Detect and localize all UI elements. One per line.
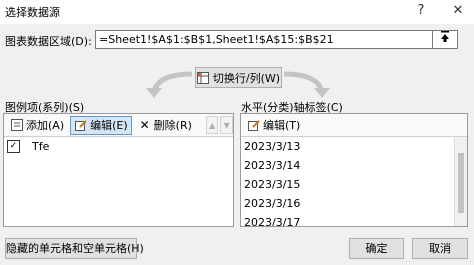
axis-toolbar: 编辑(T) (241, 114, 467, 137)
triangle-up-icon: ▲ (209, 120, 216, 130)
title-bar (0, 0, 474, 24)
edit-icon (74, 119, 88, 132)
dialog-title: 选择数据源 (5, 6, 60, 19)
ok-button[interactable]: 确定 (349, 238, 404, 259)
axis-list-item[interactable]: 2023/3/14 (241, 156, 467, 175)
edit-series-label: 编辑(E) (90, 119, 128, 132)
delete-series-button[interactable]: ✕ 删除(R) (134, 116, 196, 135)
collapse-dialog-button[interactable] (432, 30, 458, 49)
legend-panel: 添加(A) 编辑(E) ✕ 删除(R) ▲ ▼ ✓ Tfe (3, 113, 234, 227)
delete-icon: ✕ (139, 118, 150, 132)
help-button[interactable]: ? (410, 1, 432, 21)
close-button[interactable]: ✕ (447, 1, 469, 21)
switch-label: 切换行/列(W) (212, 71, 281, 85)
range-label: 图表数据区域(D): (5, 35, 92, 48)
axis-scrollbar[interactable] (454, 137, 467, 226)
delete-series-label: 删除(R) (153, 119, 192, 132)
hidden-empty-cells-button[interactable]: 隐藏的单元格和空单元格(H) (5, 238, 144, 259)
edit-axis-button[interactable]: 编辑(T) (243, 116, 304, 135)
edit-axis-label: 编辑(T) (263, 119, 301, 132)
switch-grid-icon (196, 71, 209, 84)
move-up-button[interactable]: ▲ (205, 116, 219, 134)
axis-list-item[interactable]: 2023/3/16 (241, 194, 467, 213)
add-series-button[interactable]: 添加(A) (6, 116, 68, 135)
legend-toolbar: 添加(A) 编辑(E) ✕ 删除(R) ▲ ▼ (4, 114, 233, 137)
add-series-label: 添加(A) (26, 119, 65, 132)
axis-list: 2023/3/13 2023/3/14 2023/3/15 2023/3/16 … (241, 137, 467, 226)
move-down-button[interactable]: ▼ (220, 116, 233, 134)
legend-series-item[interactable]: ✓ Tfe (4, 137, 233, 156)
collapse-icon (441, 31, 449, 42)
range-input[interactable]: =Sheet1!$A$1:$B$1,Sheet1!$A$15:$B$21 (95, 30, 434, 49)
axis-list-item[interactable]: 2023/3/15 (241, 175, 467, 194)
axis-list-item[interactable]: 2023/3/13 (241, 137, 467, 156)
series-checkbox[interactable]: ✓ (7, 140, 20, 153)
axis-panel: 编辑(T) 2023/3/13 2023/3/14 2023/3/15 2023… (240, 113, 468, 227)
cancel-button[interactable]: 取消 (412, 238, 468, 259)
edit-series-button[interactable]: 编辑(E) (70, 115, 132, 135)
triangle-down-icon: ▼ (223, 120, 230, 130)
axis-list-item[interactable]: 2023/3/17 (241, 213, 467, 226)
edit-icon (247, 119, 261, 132)
add-icon (10, 119, 24, 132)
scrollbar-thumb[interactable] (458, 153, 464, 213)
switch-row-column-button[interactable]: 切换行/列(W) (195, 67, 282, 88)
series-name: Tfe (32, 140, 50, 153)
